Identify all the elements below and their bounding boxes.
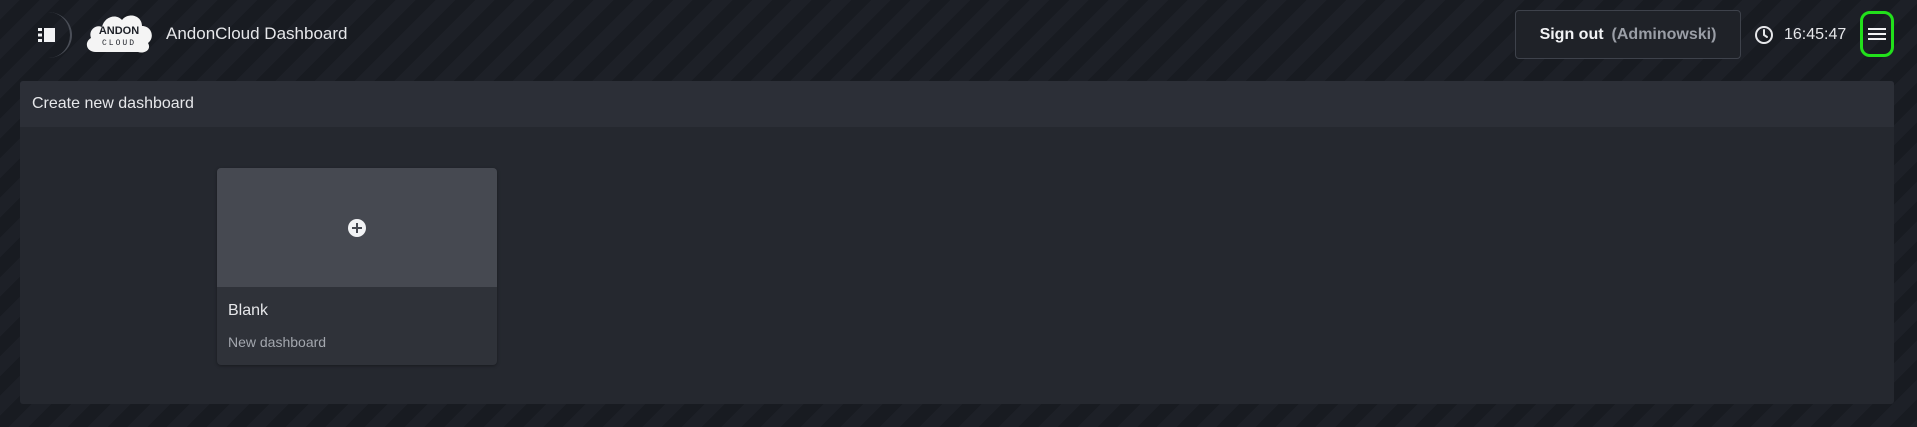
sign-out-label: Sign out [1539, 25, 1604, 43]
main-menu-button[interactable] [1860, 11, 1894, 57]
clock-time: 16:45:47 [1784, 26, 1847, 43]
top-bar: ANDON CLOUD AndonCloud Dashboard Sign ou… [0, 0, 1917, 70]
panel-title: Create new dashboard [20, 81, 1894, 127]
clock-icon [1755, 26, 1773, 44]
hamburger-menu-icon [1868, 28, 1886, 40]
card-subtitle: New dashboard [228, 334, 327, 350]
logo-text-bottom: CLOUD [102, 39, 136, 48]
card-title: Blank [228, 302, 269, 319]
sign-out-button[interactable]: Sign out (Adminowski) [1515, 10, 1741, 59]
sidebar-list-icon [38, 28, 55, 42]
current-user-label: (Adminowski) [1611, 25, 1717, 43]
template-card-blank[interactable]: Blank New dashboard [217, 168, 497, 365]
create-dashboard-panel: Create new dashboard Blank New dashboard [20, 81, 1894, 404]
sidebar-toggle-button[interactable] [24, 12, 72, 58]
andoncloud-logo: ANDON CLOUD [86, 15, 152, 53]
card-preview [217, 168, 497, 287]
app-title: AndonCloud Dashboard [166, 24, 348, 43]
logo-text-top: ANDON [99, 25, 139, 37]
plus-circle-icon [348, 218, 366, 237]
